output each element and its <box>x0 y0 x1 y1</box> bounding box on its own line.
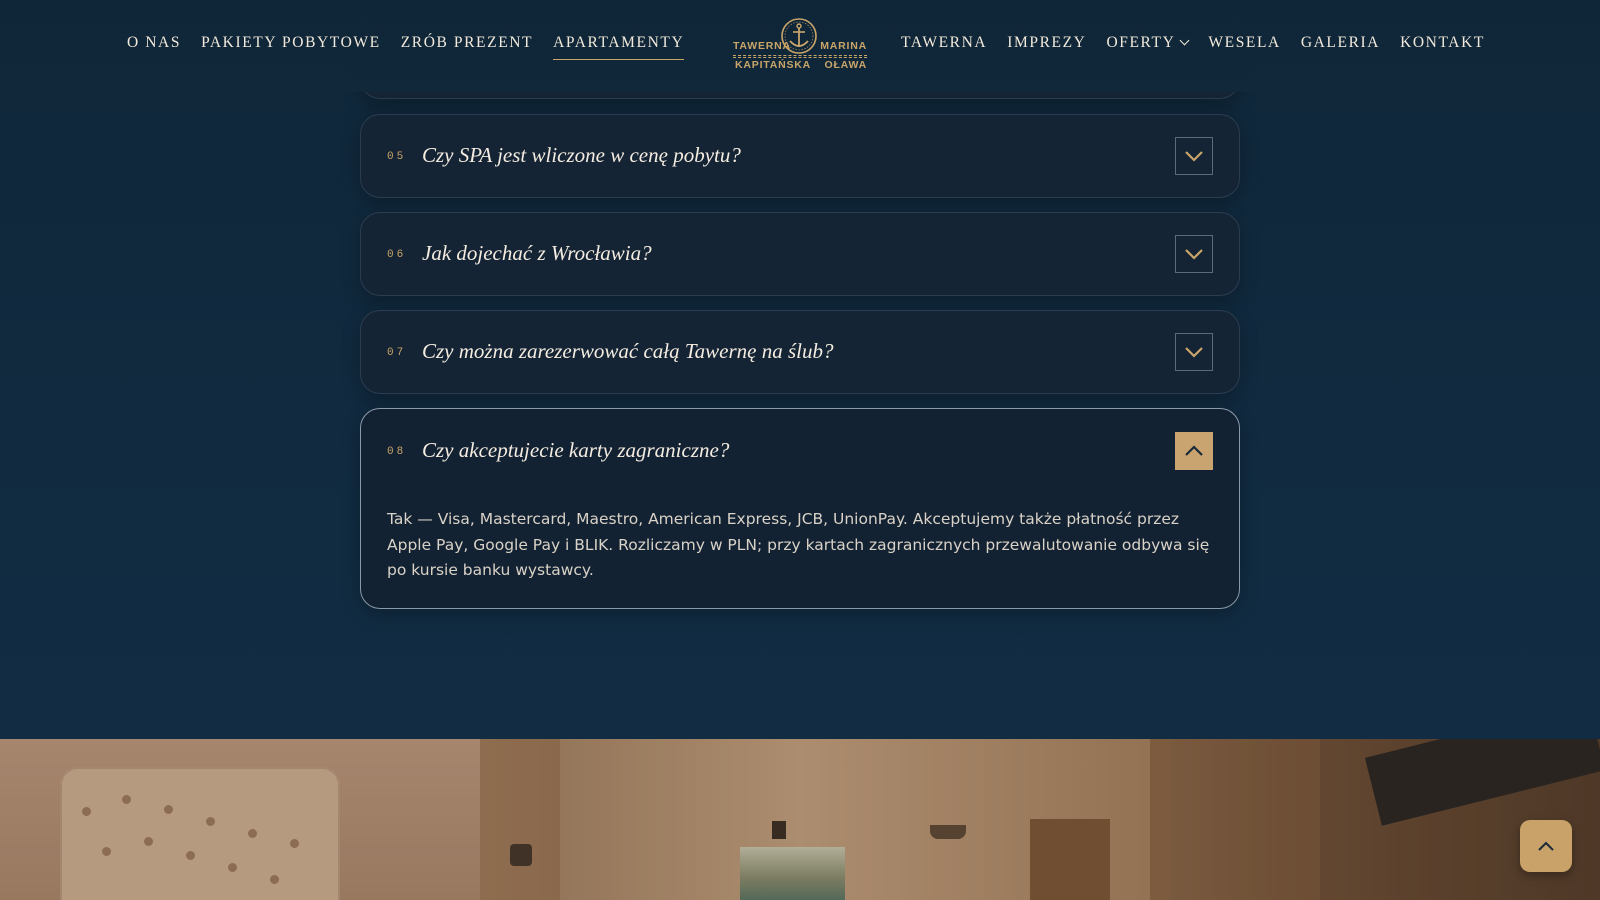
nav-link-pakiety-pobytowe[interactable]: PAKIETY POBYTOWE <box>201 34 381 59</box>
back-to-top-button[interactable] <box>1520 820 1572 872</box>
nav-link-zrob-prezent[interactable]: ZRÓB PREZENT <box>401 34 533 59</box>
nav-link-oferty[interactable]: OFERTY <box>1106 34 1190 59</box>
nav-link-wesela[interactable]: WESELA <box>1208 34 1280 59</box>
faq-toggle-button[interactable] <box>1175 432 1213 470</box>
faq-question[interactable]: Czy SPA jest wliczone w cenę pobytu? <box>422 143 741 168</box>
chevron-down-icon <box>1185 347 1203 358</box>
nav-link-apartamenty[interactable]: APARTAMENTY <box>553 34 685 60</box>
nav-link-tawerna[interactable]: TAWERNA <box>901 34 987 59</box>
faq-number: 05 <box>387 151 407 163</box>
faq-number: 08 <box>387 446 407 458</box>
apartment-photo <box>0 739 1600 900</box>
faq-item[interactable]: 06 Jak dojechać z Wrocławia? <box>360 212 1240 296</box>
logo-divider <box>733 55 867 58</box>
logo-text-kapitanska: KAPITAŃSKA <box>735 59 812 71</box>
faq-toggle-button[interactable] <box>1175 333 1213 371</box>
faq-answer: Tak — Visa, Mastercard, Maestro, America… <box>387 510 1210 579</box>
logo-text-marina: MARINA <box>820 40 867 52</box>
faq-question[interactable]: Czy można zarezerwować całą Tawernę na ś… <box>422 339 833 364</box>
faq-item[interactable]: 05 Czy SPA jest wliczone w cenę pobytu? <box>360 114 1240 198</box>
faq-question[interactable]: Jak dojechać z Wrocławia? <box>422 241 652 266</box>
photo-overlay <box>0 739 1600 900</box>
main-nav-left: O NAS PAKIETY POBYTOWE ZRÓB PREZENT APAR… <box>127 34 685 60</box>
faq-toggle-button[interactable] <box>1175 235 1213 273</box>
chevron-up-icon <box>1538 841 1554 851</box>
faq-number: 06 <box>387 249 407 261</box>
faq-question[interactable]: Czy akceptujecie karty zagraniczne? <box>422 438 729 463</box>
faq-item[interactable]: 07 Czy można zarezerwować całą Tawernę n… <box>360 310 1240 394</box>
faq-toggle-button[interactable] <box>1175 137 1213 175</box>
site-logo[interactable]: TAWERNA MARINA KAPITAŃSKA OŁAWA <box>733 15 867 75</box>
logo-text-olawa: OŁAWA <box>824 59 867 71</box>
nav-link-imprezy[interactable]: IMPREZY <box>1007 34 1086 59</box>
chevron-down-icon <box>1179 35 1190 46</box>
chevron-down-icon <box>1185 151 1203 162</box>
nav-link-o-nas[interactable]: O NAS <box>127 34 181 59</box>
logo-text-tawerna: TAWERNA <box>733 40 791 52</box>
faq-item-open[interactable]: 08 Czy akceptujecie karty zagraniczne? T… <box>360 408 1240 609</box>
site-header: O NAS PAKIETY POBYTOWE ZRÓB PREZENT APAR… <box>0 0 1600 92</box>
chevron-down-icon <box>1185 249 1203 260</box>
chevron-up-icon <box>1185 445 1203 456</box>
nav-link-kontakt[interactable]: KONTAKT <box>1400 34 1485 59</box>
main-nav-right: TAWERNA IMPREZY OFERTY WESELA GALERIA KO… <box>901 34 1485 59</box>
faq-number: 07 <box>387 347 407 359</box>
nav-link-galeria[interactable]: GALERIA <box>1301 34 1380 59</box>
nav-link-oferty-label: OFERTY <box>1106 34 1176 51</box>
page: O NAS PAKIETY POBYTOWE ZRÓB PREZENT APAR… <box>0 0 1600 900</box>
